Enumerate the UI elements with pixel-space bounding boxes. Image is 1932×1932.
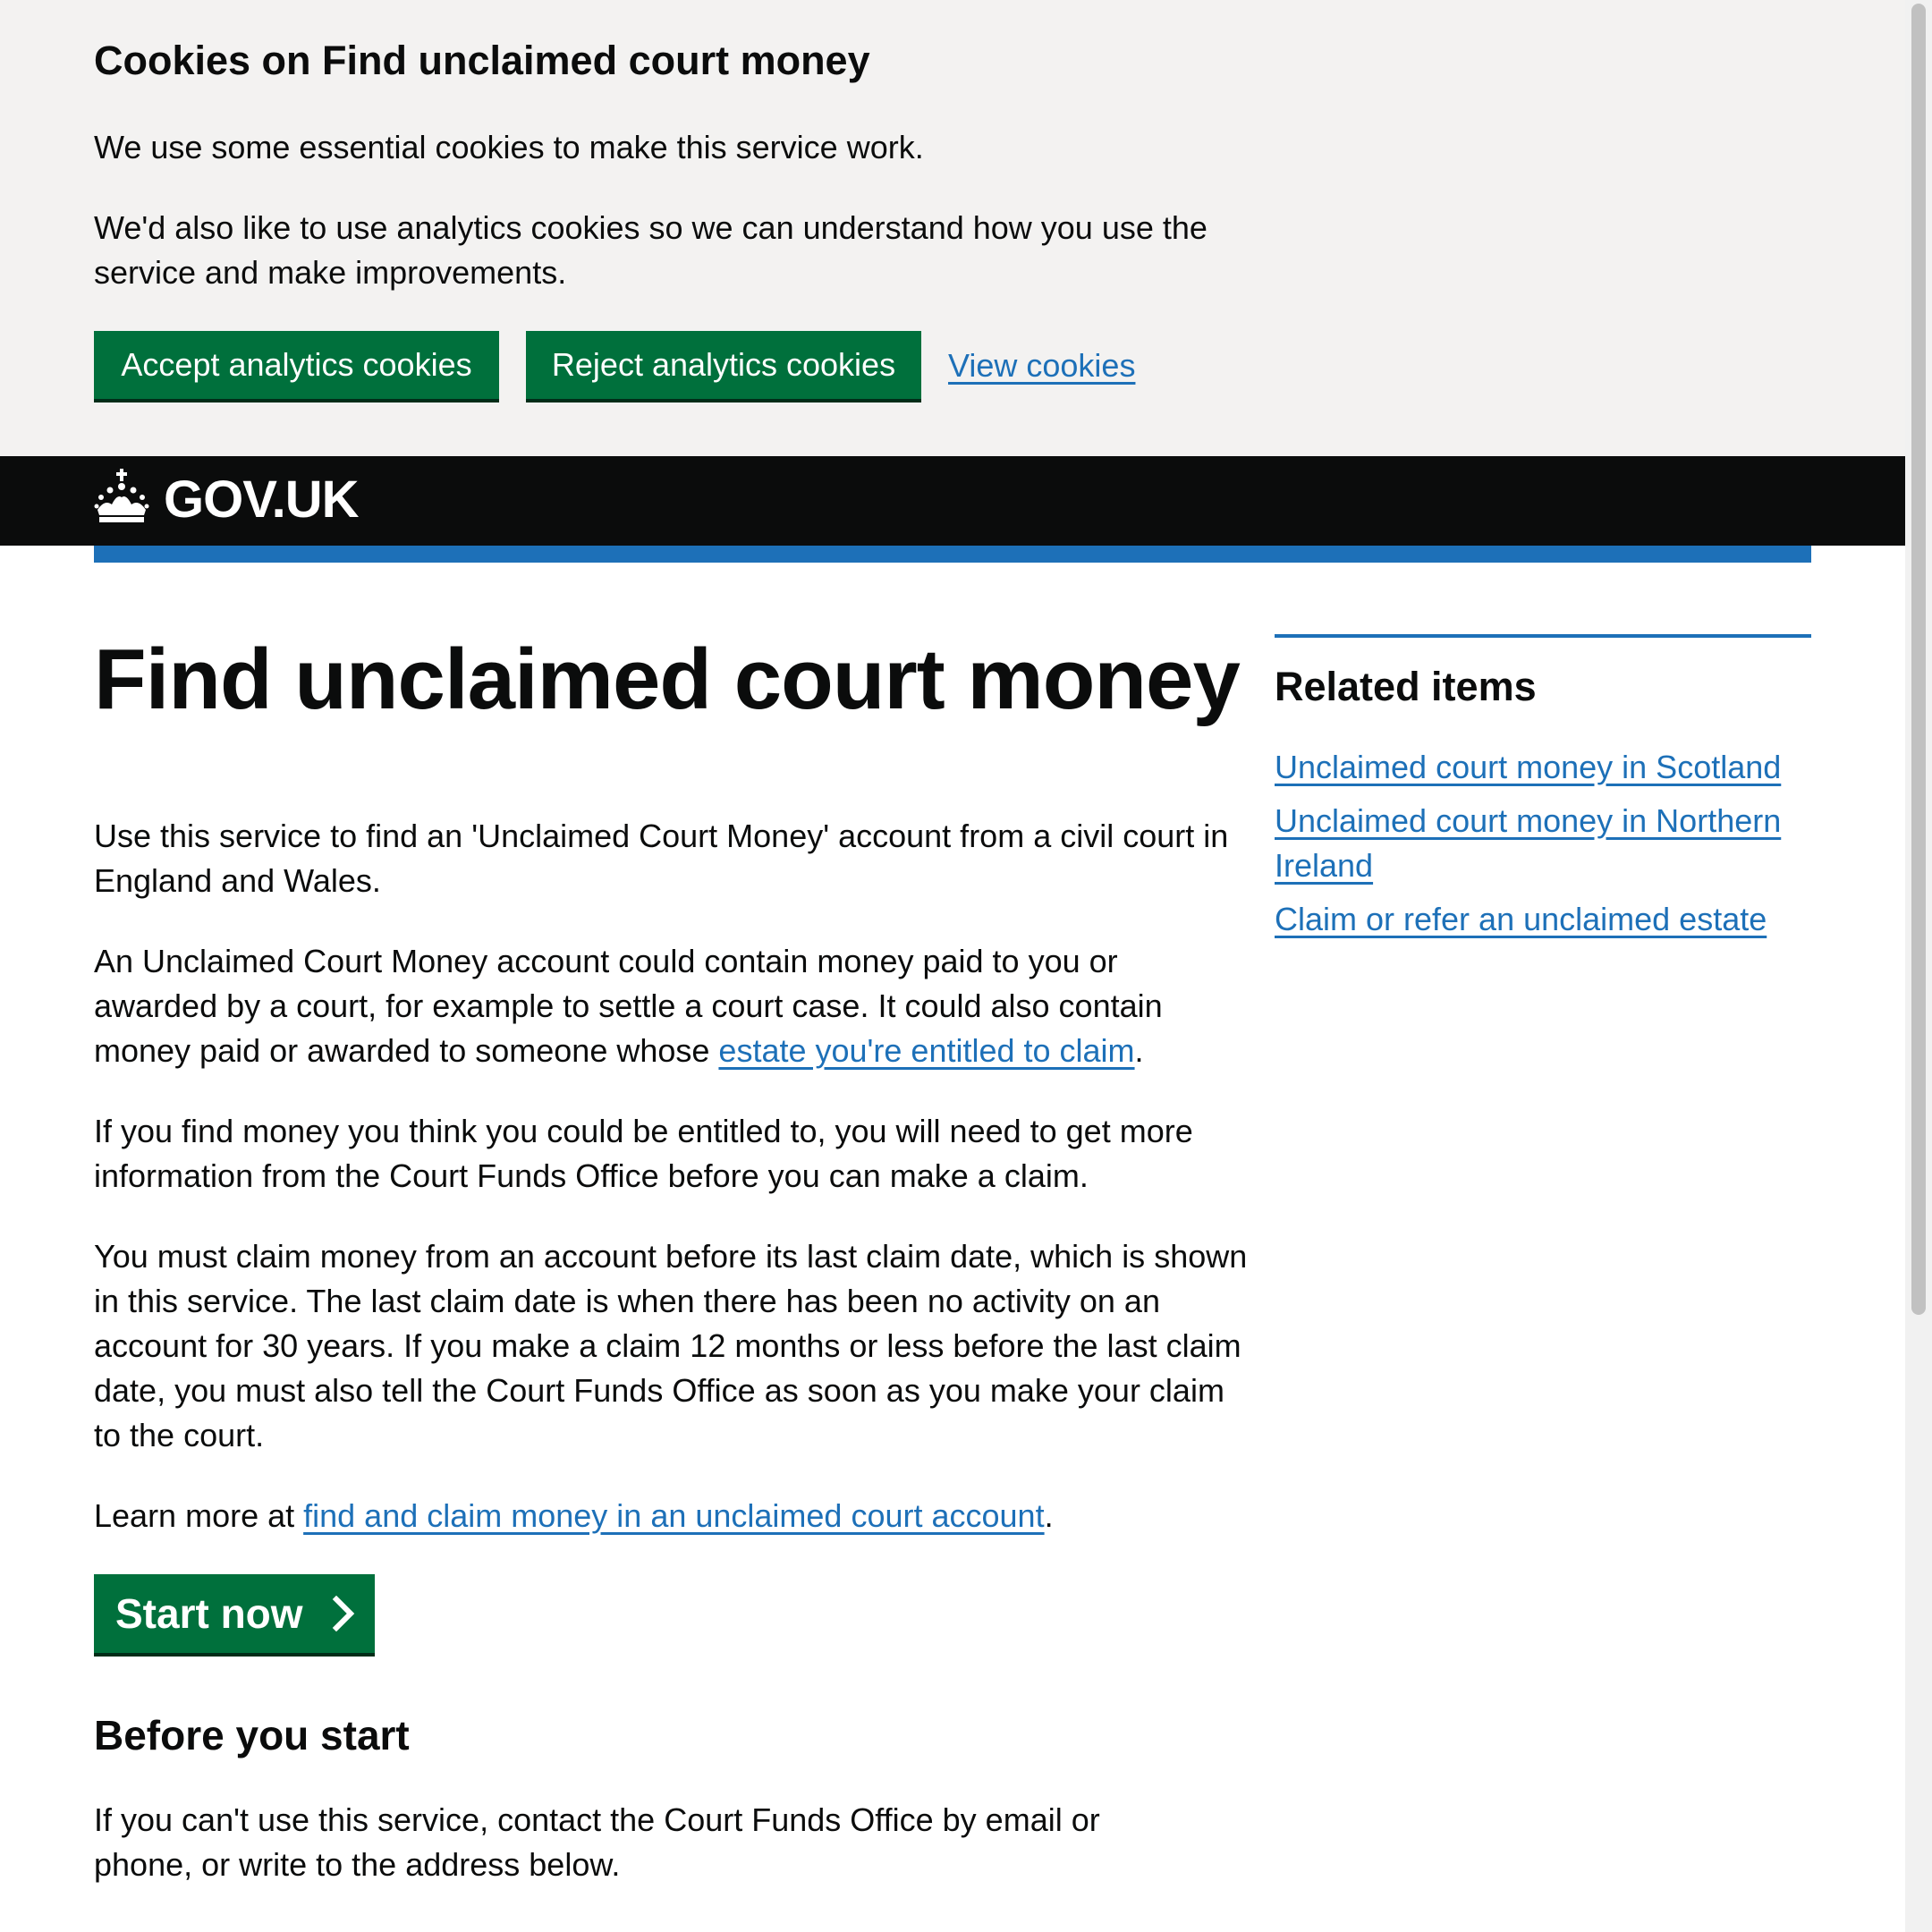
related-link-unclaimed-estate[interactable]: Claim or refer an unclaimed estate — [1275, 901, 1767, 937]
header-blue-bar — [94, 546, 1811, 563]
cookie-banner: Cookies on Find unclaimed court money We… — [0, 0, 1905, 456]
page-title: Find unclaimed court money — [94, 631, 1241, 727]
crown-icon — [94, 469, 149, 522]
related-items-heading: Related items — [1275, 664, 1537, 709]
account-text-end: . — [1134, 1032, 1144, 1069]
related-item-unclaimed-estate: Claim or refer an unclaimed estate — [1275, 897, 1811, 942]
chevron-right-icon — [332, 1596, 355, 1631]
related-link-northern-ireland[interactable]: Unclaimed court money in Northern Irelan… — [1275, 802, 1781, 884]
before-you-start-paragraph: If you can't use this service, contact t… — [94, 1801, 1100, 1883]
page: Cookies on Find unclaimed court money We… — [0, 0, 1932, 1932]
learn-more-paragraph: Learn more at find and claim money in an… — [94, 1494, 1248, 1538]
related-item-northern-ireland: Unclaimed court money in Northern Irelan… — [1275, 799, 1811, 888]
related-items: Related items Unclaimed court money in S… — [1275, 634, 1811, 937]
find-money-paragraph: If you find money you think you could be… — [94, 1113, 1193, 1194]
learn-more-text-end: . — [1044, 1497, 1054, 1534]
accept-analytics-cookies-button[interactable]: Accept analytics cookies — [94, 331, 499, 399]
related-items-list: Unclaimed court money in Scotland Unclai… — [1275, 745, 1811, 951]
start-now-label: Start now — [115, 1590, 303, 1637]
claim-deadline-paragraph: You must claim money from an account bef… — [94, 1238, 1248, 1453]
related-link-scotland[interactable]: Unclaimed court money in Scotland — [1275, 749, 1781, 785]
scrollbar-thumb[interactable] — [1911, 4, 1926, 1315]
find-and-claim-link[interactable]: find and claim money in an unclaimed cou… — [303, 1497, 1044, 1534]
govuk-logo[interactable]: GOV.UK — [164, 467, 359, 533]
learn-more-text: Learn more at — [94, 1497, 304, 1534]
account-paragraph: An Unclaimed Court Money account could c… — [94, 939, 1248, 1073]
reject-analytics-cookies-button[interactable]: Reject analytics cookies — [526, 331, 921, 399]
estate-entitled-link[interactable]: estate you're entitled to claim — [718, 1032, 1134, 1069]
accept-button-label: Accept analytics cookies — [121, 346, 472, 383]
related-item-scotland: Unclaimed court money in Scotland — [1275, 745, 1811, 790]
before-you-start-heading: Before you start — [94, 1712, 410, 1758]
cookie-analytics-text: We'd also like to use analytics cookies … — [94, 209, 1208, 291]
cookie-essential-text: We use some essential cookies to make th… — [94, 129, 924, 165]
view-cookies-link[interactable]: View cookies — [948, 343, 1135, 388]
start-now-button[interactable]: Start now — [94, 1574, 375, 1653]
reject-button-label: Reject analytics cookies — [551, 346, 896, 383]
intro-paragraph: Use this service to find an 'Unclaimed C… — [94, 818, 1229, 899]
cookie-banner-title: Cookies on Find unclaimed court money — [94, 38, 870, 83]
